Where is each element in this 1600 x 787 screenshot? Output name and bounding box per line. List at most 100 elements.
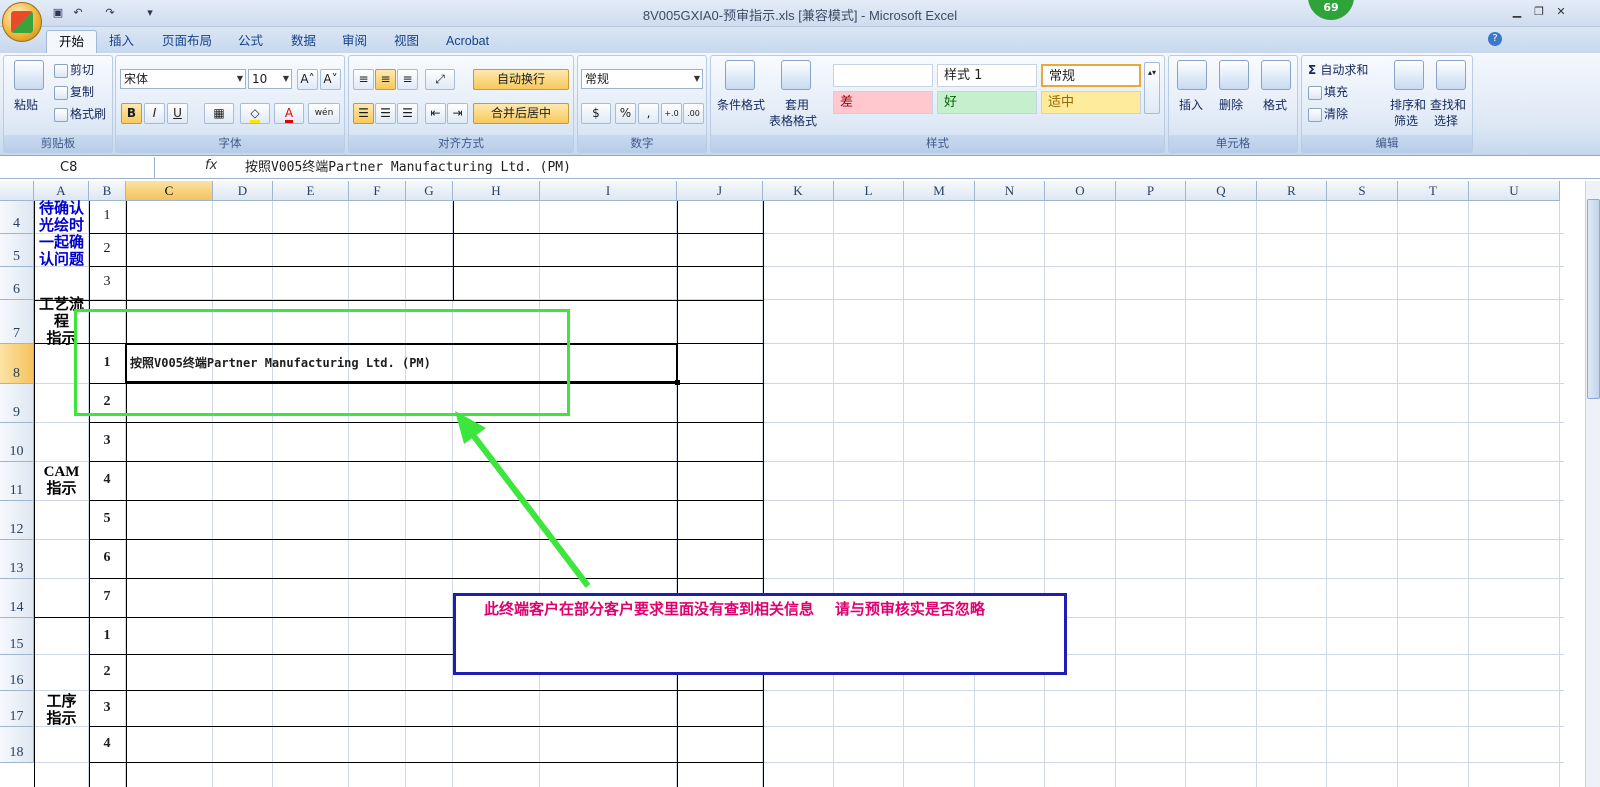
column-header-d[interactable]: D [213, 181, 273, 201]
align-middle-button[interactable]: ≡ [375, 69, 396, 90]
maximize-button[interactable]: ❐ [1530, 3, 1548, 21]
fill-button[interactable]: 填充 [1308, 83, 1348, 100]
undo-icon[interactable]: ↶ [70, 5, 86, 21]
row-header-13[interactable]: 13 [0, 540, 34, 579]
percent-button[interactable]: % [615, 103, 636, 124]
fill-color-button[interactable]: ◇ [240, 103, 270, 124]
fill-handle[interactable] [675, 380, 680, 385]
formula-input[interactable]: 按照V005终端Partner Manufacturing Ltd. (PM) [245, 158, 571, 178]
number-format-select[interactable]: 常规 ▼ [581, 69, 703, 89]
row-header-16[interactable]: 16 [0, 655, 34, 691]
office-button[interactable] [2, 2, 42, 42]
column-header-b[interactable]: B [89, 181, 126, 201]
grow-font-button[interactable]: A˄ [297, 69, 318, 90]
column-header-n[interactable]: N [975, 181, 1045, 201]
sort-filter-button[interactable]: 排序和 [1390, 96, 1426, 113]
bold-button[interactable]: B [121, 103, 142, 124]
tab-home[interactable]: 开始 [46, 30, 98, 53]
decrease-indent-button[interactable]: ⇤ [425, 103, 446, 124]
align-right-button[interactable]: ☰ [397, 103, 418, 124]
column-header-e[interactable]: E [273, 181, 349, 201]
tab-page-layout[interactable]: 页面布局 [150, 30, 224, 53]
borders-button[interactable]: ▦ [204, 103, 234, 124]
format-painter-button[interactable]: 格式刷 [54, 105, 106, 122]
tab-review[interactable]: 审阅 [330, 30, 379, 53]
tab-formulas[interactable]: 公式 [226, 30, 275, 53]
comment-textbox[interactable]: 此终端客户在部分客户要求里面没有查到相关信息 请与预审核实是否忽略 [453, 593, 1067, 675]
row-header-8[interactable]: 8 [0, 344, 34, 384]
insert-cells-button[interactable]: 插入 [1179, 96, 1203, 113]
font-name-select[interactable]: 宋体 ▼ [120, 69, 246, 89]
column-header-t[interactable]: T [1398, 181, 1469, 201]
style-neutral[interactable]: 适中 [1041, 91, 1141, 114]
font-color-button[interactable]: A [274, 103, 304, 124]
column-header-l[interactable]: L [834, 181, 904, 201]
increase-decimal-button[interactable]: +.0 [661, 103, 682, 124]
phonetic-button[interactable]: wén [308, 103, 340, 124]
column-header-o[interactable]: O [1045, 181, 1116, 201]
style-1[interactable]: 样式 1 [937, 64, 1037, 87]
format-cells-button[interactable]: 格式 [1263, 96, 1287, 113]
row-header-14[interactable]: 14 [0, 579, 34, 618]
column-header-h[interactable]: H [453, 181, 540, 201]
cut-button[interactable]: 剪切 [54, 61, 94, 78]
row-header-11[interactable]: 11 [0, 462, 34, 501]
column-header-j[interactable]: J [677, 181, 763, 201]
find-select-button[interactable]: 查找和 [1430, 96, 1466, 113]
spreadsheet-grid[interactable]: ABCDEFGHIJKLMNOPQRSTU 4 5 6 7 8 9 10 11 12 13 14 15… [0, 181, 1585, 787]
column-header-r[interactable]: R [1257, 181, 1327, 201]
row-header-15[interactable]: 15 [0, 618, 34, 655]
column-header-q[interactable]: Q [1186, 181, 1257, 201]
tab-view[interactable]: 视图 [382, 30, 431, 53]
paste-button[interactable]: 粘贴 [14, 96, 38, 113]
vertical-scrollbar[interactable] [1585, 181, 1600, 787]
row-header-18[interactable]: 18 [0, 727, 34, 763]
wrap-text-button[interactable]: 自动换行 [473, 69, 569, 90]
italic-button[interactable]: I [144, 103, 165, 124]
decrease-decimal-button[interactable]: .00 [683, 103, 704, 124]
column-header-f[interactable]: F [349, 181, 406, 201]
row-header-17[interactable]: 17 [0, 691, 34, 727]
conditional-format-button[interactable]: 条件格式 [717, 96, 765, 113]
save-icon[interactable]: ▣ [50, 5, 66, 21]
align-left-button[interactable]: ☰ [353, 103, 374, 124]
underline-button[interactable]: U [167, 103, 188, 124]
tab-insert[interactable]: 插入 [97, 30, 146, 53]
column-header-u[interactable]: U [1469, 181, 1560, 201]
increase-indent-button[interactable]: ⇥ [447, 103, 468, 124]
row-header-10[interactable]: 10 [0, 423, 34, 462]
redo-icon[interactable]: ↷ [102, 5, 118, 21]
minimize-button[interactable]: ▁ [1508, 3, 1526, 21]
name-box[interactable]: C8 [0, 157, 155, 179]
style-bad[interactable]: 差 [833, 91, 933, 114]
clear-button[interactable]: 清除 [1308, 105, 1348, 122]
comma-button[interactable]: , [638, 103, 659, 124]
merge-center-button[interactable]: 合并后居中 [473, 103, 569, 124]
help-icon[interactable]: ? [1488, 32, 1502, 46]
scrollbar-thumb[interactable] [1587, 199, 1600, 399]
select-all-button[interactable] [0, 181, 34, 201]
column-header-p[interactable]: P [1116, 181, 1186, 201]
column-header-g[interactable]: G [406, 181, 453, 201]
currency-button[interactable]: $ [581, 103, 611, 124]
tab-data[interactable]: 数据 [279, 30, 328, 53]
align-top-button[interactable]: ≡ [353, 69, 374, 90]
row-header-5[interactable]: 5 [0, 234, 34, 267]
row-header-7[interactable]: 7 [0, 300, 34, 344]
column-header-m[interactable]: M [904, 181, 975, 201]
close-button[interactable]: ✕ [1552, 3, 1570, 21]
customize-quick-access-icon[interactable]: ▾ [142, 5, 158, 21]
align-bottom-button[interactable]: ≡ [397, 69, 418, 90]
column-header-k[interactable]: K [763, 181, 834, 201]
orientation-button[interactable]: ⤢ [425, 69, 455, 90]
format-as-table-button[interactable]: 套用 [785, 96, 809, 113]
row-header-6[interactable]: 6 [0, 267, 34, 300]
column-header-s[interactable]: S [1327, 181, 1398, 201]
style-good[interactable]: 好 [937, 91, 1037, 114]
styles-scroll[interactable]: ▴▾ [1144, 62, 1160, 114]
column-header-c[interactable]: C [126, 181, 213, 201]
align-center-button[interactable]: ☰ [375, 103, 396, 124]
row-header-9[interactable]: 9 [0, 384, 34, 423]
row-header-12[interactable]: 12 [0, 501, 34, 540]
style-blank[interactable] [833, 64, 933, 87]
